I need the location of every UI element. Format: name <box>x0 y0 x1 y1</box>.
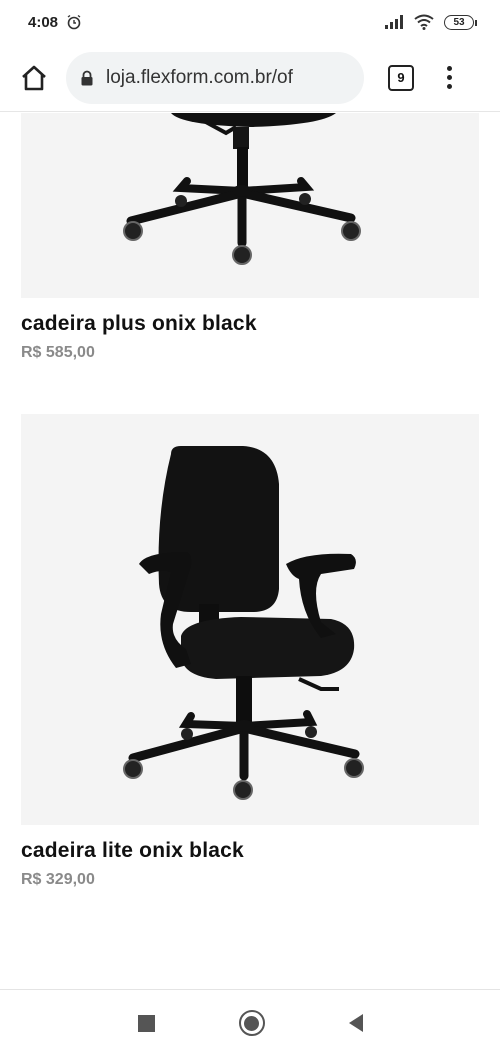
product-price: R$ 585,00 <box>21 344 95 361</box>
back-icon[interactable] <box>348 1014 363 1032</box>
chair-image <box>123 446 364 800</box>
chair-image <box>123 113 361 265</box>
product-price: R$ 329,00 <box>21 871 95 888</box>
url-bar[interactable]: loja.flexform.com.br/of <box>66 51 364 104</box>
home-button[interactable] <box>12 56 56 100</box>
wifi-icon <box>414 14 434 30</box>
product-card[interactable]: cadeira plus onix black R$ 585,00 <box>21 113 479 362</box>
menu-dot <box>446 66 452 71</box>
status-time: 4:08 <box>28 13 59 31</box>
home-icon <box>22 65 46 90</box>
battery-icon: 53 <box>444 14 477 30</box>
system-nav-bar <box>0 989 500 1056</box>
status-right: 53 <box>384 14 477 30</box>
page-content: cadeira plus onix black R$ 585,00 cadeir… <box>0 113 500 989</box>
signal-icon <box>385 15 403 29</box>
browser-toolbar: loja.flexform.com.br/of 9 <box>0 44 500 112</box>
url-text: loja.flexform.com.br/of <box>106 66 293 88</box>
alarm-icon <box>67 14 81 30</box>
menu-dot <box>446 84 452 89</box>
more-vert-icon[interactable] <box>444 66 454 89</box>
product-image[interactable] <box>21 113 479 298</box>
tabs-button[interactable]: 9 <box>388 64 414 91</box>
lock-icon <box>81 70 93 85</box>
status-bar: 4:08 53 <box>0 0 500 44</box>
tab-count: 9 <box>397 70 405 85</box>
product-name[interactable]: cadeira lite onix black <box>21 839 479 863</box>
menu-dot <box>446 75 452 80</box>
home-icon[interactable] <box>238 1010 265 1036</box>
product-image[interactable] <box>21 414 479 825</box>
recents-icon[interactable] <box>137 1014 155 1032</box>
product-card[interactable]: cadeira lite onix black R$ 329,00 <box>21 414 479 889</box>
status-left: 4:08 <box>28 14 82 31</box>
product-name[interactable]: cadeira plus onix black <box>21 312 479 336</box>
